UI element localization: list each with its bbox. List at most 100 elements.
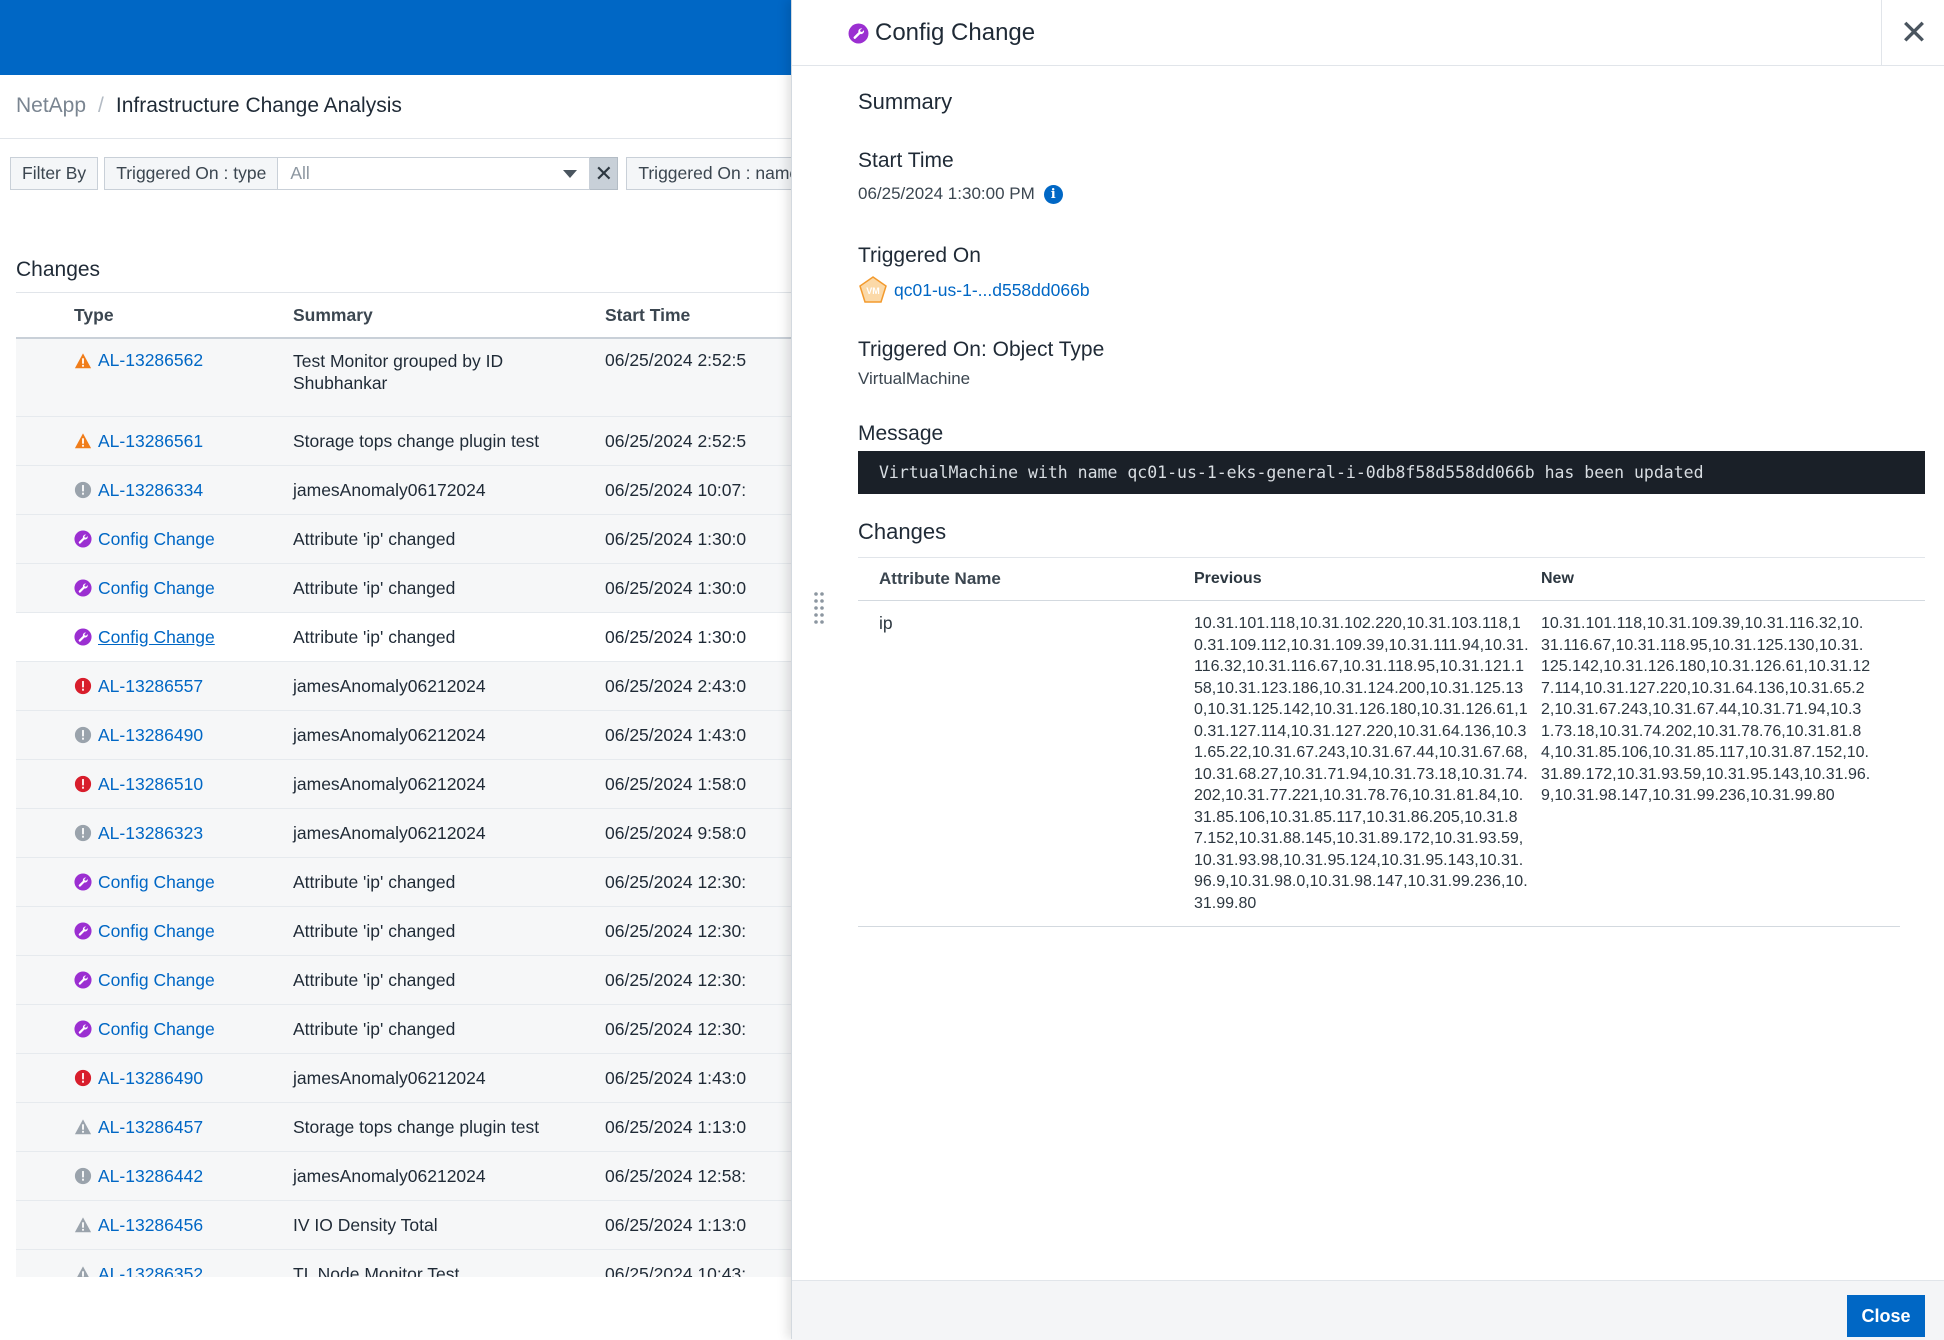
new-value: 10.31.101.118,10.31.109.39,10.31.116.32,…: [1541, 615, 1871, 804]
table-row[interactable]: Config Change Attribute 'ip' changed 06/25…: [16, 612, 791, 662]
alert-id-link[interactable]: AL-13286456: [98, 1215, 203, 1236]
table-row[interactable]: AL-13286557 jamesAnomaly06212024 06/25/202…: [16, 661, 791, 711]
config-change-link[interactable]: Config Change: [98, 1019, 215, 1040]
message-box: VirtualMachine with name qc01-us-1-eks-g…: [858, 451, 1925, 494]
alert-id-link[interactable]: AL-13286562: [98, 350, 203, 371]
config-change-detail-panel: Config Change ✕ Summary Start Time 06/25…: [791, 0, 1944, 1340]
table-row[interactable]: AL-13286457 Storage tops change plugin te…: [16, 1102, 791, 1152]
config-change-link[interactable]: Config Change: [98, 578, 215, 599]
start-time-cell: 06/25/2024 12:30:: [597, 1004, 791, 1054]
filter-by-label: Filter By: [10, 157, 99, 190]
info-icon[interactable]: i: [1043, 184, 1063, 204]
summary-cell: jamesAnomaly06212024: [281, 1151, 597, 1201]
config-change-link[interactable]: Config Change: [98, 529, 215, 550]
object-type-label: Triggered On: Object Type: [858, 338, 1105, 361]
table-header-row: Type Summary Start Time: [16, 292, 791, 339]
config-change-icon: [74, 579, 92, 597]
info-gray-icon: [74, 1167, 92, 1185]
table-row[interactable]: Config Change Attribute 'ip' changed 06/25…: [16, 1004, 791, 1054]
alert-id-link[interactable]: AL-13286561: [98, 431, 203, 452]
filter-type-value: All: [290, 163, 310, 183]
start-time-cell: 06/25/2024 12:30:: [597, 955, 791, 1005]
start-time-cell: 06/25/2024 1:30:0: [597, 563, 791, 613]
attribute-change-row: ip 10.31.101.118,10.31.102.220,10.31.103…: [858, 601, 1900, 927]
column-header-start-time[interactable]: Start Time: [597, 292, 791, 339]
attribute-changes-table: Attribute Name Previous New ip 10.31.101…: [858, 557, 1925, 927]
config-change-icon: [74, 628, 92, 646]
table-row[interactable]: AL-13286323 jamesAnomaly06212024 06/25/202…: [16, 808, 791, 858]
start-time-cell: 06/25/2024 1:13:0: [597, 1200, 791, 1250]
summary-text: jamesAnomaly06172024: [293, 480, 486, 500]
breadcrumb: NetApp / Infrastructure Change Analysis: [16, 94, 402, 118]
summary-cell: Storage tops change plugin test: [281, 1102, 597, 1152]
start-time-cell: 06/25/2024 10:43:: [597, 1249, 791, 1277]
table-row[interactable]: Config Change Attribute 'ip' changed 06/25…: [16, 906, 791, 956]
config-change-icon: [74, 922, 92, 940]
alert-id-link[interactable]: AL-13286490: [98, 1068, 203, 1089]
summary-text: Attribute 'ip' changed: [293, 578, 456, 598]
table-row[interactable]: AL-13286352 TL Node Monitor Test 06/25/202…: [16, 1249, 791, 1278]
triggered-on-link[interactable]: qc01-us-1-...d558dd066b: [894, 280, 1090, 301]
column-header-type[interactable]: Type: [16, 292, 281, 339]
summary-text: Attribute 'ip' changed: [293, 529, 456, 549]
filter-type-select[interactable]: All: [278, 157, 591, 190]
type-cell: AL-13286456: [16, 1200, 281, 1250]
alert-id-link[interactable]: AL-13286490: [98, 725, 203, 746]
critical-red-icon: [74, 1069, 92, 1087]
config-change-link[interactable]: Config Change: [98, 627, 215, 648]
alert-id-link[interactable]: AL-13286457: [98, 1117, 203, 1138]
warning-gray-icon: [74, 1118, 92, 1136]
config-change-link[interactable]: Config Change: [98, 872, 215, 893]
config-change-link[interactable]: Config Change: [98, 970, 215, 991]
info-gray-icon: [74, 726, 92, 744]
summary-text: TL Node Monitor Test: [293, 1264, 460, 1277]
close-button[interactable]: Close: [1847, 1295, 1925, 1337]
close-icon[interactable]: ✕: [1881, 0, 1944, 65]
alert-id-link[interactable]: AL-13286323: [98, 823, 203, 844]
summary-cell: Attribute 'ip' changed: [281, 1004, 597, 1054]
table-row[interactable]: Config Change Attribute 'ip' changed 06/25…: [16, 514, 791, 564]
table-row[interactable]: AL-13286490 jamesAnomaly06212024 06/25/202…: [16, 710, 791, 760]
alert-id-link[interactable]: AL-13286442: [98, 1166, 203, 1187]
summary-cell: Attribute 'ip' changed: [281, 857, 597, 907]
column-header-summary[interactable]: Summary: [281, 292, 597, 339]
start-time-cell: 06/25/2024 1:58:0: [597, 759, 791, 809]
warning-orange-icon: [74, 432, 92, 450]
alert-id-link[interactable]: AL-13286557: [98, 676, 203, 697]
breadcrumb-separator: /: [98, 94, 104, 117]
summary-text: Test Monitor grouped by ID Shubhankar: [293, 351, 504, 393]
type-cell: Config Change: [16, 612, 281, 662]
table-row[interactable]: AL-13286561 Storage tops change plugin te…: [16, 416, 791, 466]
table-row[interactable]: Config Change Attribute 'ip' changed 06/25…: [16, 857, 791, 907]
table-row[interactable]: AL-13286510 jamesAnomaly06212024 06/25/202…: [16, 759, 791, 809]
alert-id-link[interactable]: AL-13286510: [98, 774, 203, 795]
config-change-icon: [74, 873, 92, 891]
table-row[interactable]: AL-13286456 IV IO Density Total 06/25/2024…: [16, 1200, 791, 1250]
drag-handle-icon[interactable]: [813, 591, 825, 629]
start-time-cell: 06/25/2024 1:13:0: [597, 1102, 791, 1152]
breadcrumb-root-link[interactable]: NetApp: [16, 94, 86, 118]
start-time-cell: 06/25/2024 10:07:: [597, 465, 791, 515]
summary-text: jamesAnomaly06212024: [293, 1166, 486, 1186]
summary-cell: jamesAnomaly06212024: [281, 808, 597, 858]
clear-filter-button[interactable]: ✕: [590, 157, 619, 190]
table-row[interactable]: Config Change Attribute 'ip' changed 06/25…: [16, 955, 791, 1005]
table-row[interactable]: AL-13286490 jamesAnomaly06212024 06/25/202…: [16, 1053, 791, 1103]
table-row[interactable]: AL-13286562 Test Monitor grouped by ID Sh…: [16, 338, 791, 417]
alert-id-link[interactable]: AL-13286352: [98, 1264, 203, 1278]
filter-name-chip[interactable]: Triggered On : name: [626, 157, 812, 190]
table-row[interactable]: AL-13286334 jamesAnomaly06172024 06/25/202…: [16, 465, 791, 515]
type-cell: AL-13286510: [16, 759, 281, 809]
table-row[interactable]: AL-13286442 jamesAnomaly06212024 06/25/202…: [16, 1151, 791, 1201]
start-time-cell: 06/25/2024 12:58:: [597, 1151, 791, 1201]
config-change-link[interactable]: Config Change: [98, 921, 215, 942]
table-row[interactable]: Config Change Attribute 'ip' changed 06/25…: [16, 563, 791, 613]
type-cell: AL-13286562: [16, 338, 281, 417]
summary-text: Storage tops change plugin test: [293, 1117, 540, 1137]
alert-id-link[interactable]: AL-13286334: [98, 480, 203, 501]
column-header-previous: Previous: [1194, 570, 1262, 588]
summary-text: Attribute 'ip' changed: [293, 921, 456, 941]
start-time-cell: 06/25/2024 2:52:5: [597, 338, 791, 417]
start-time-cell: 06/25/2024 1:43:0: [597, 1053, 791, 1103]
type-cell: AL-13286323: [16, 808, 281, 858]
